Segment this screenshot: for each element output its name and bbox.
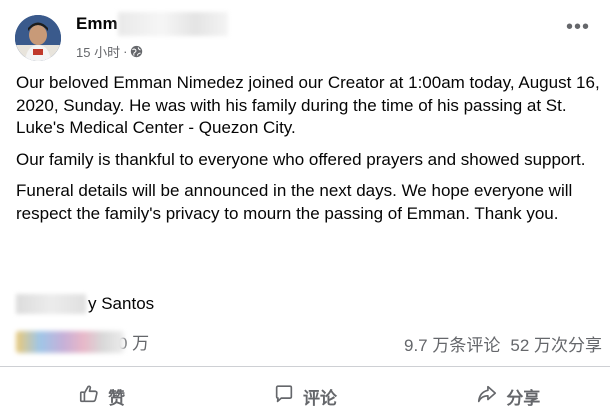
reactions-summary[interactable]: 0 万 xyxy=(16,329,149,354)
signature: y Santos xyxy=(16,294,154,314)
reaction-icons-blur xyxy=(16,330,124,353)
avatar[interactable] xyxy=(15,15,61,61)
like-button[interactable]: 赞 xyxy=(0,374,203,418)
comment-bubble-icon xyxy=(273,383,295,410)
comments-count[interactable]: 9.7 万条评论 xyxy=(404,331,500,356)
author-name[interactable]: Emm xyxy=(76,14,118,34)
share-arrow-icon xyxy=(476,383,498,410)
more-dots-icon[interactable]: ••• xyxy=(566,17,590,37)
paragraph: Funeral details will be announced in the… xyxy=(16,181,573,223)
globe-icon[interactable] xyxy=(130,45,143,58)
share-label: 分享 xyxy=(506,388,541,408)
comment-label: 评论 xyxy=(302,388,337,408)
meta-separator: · xyxy=(123,44,128,59)
like-label: 赞 xyxy=(108,388,126,408)
shares-count[interactable]: 52 万次分享 xyxy=(510,331,602,356)
action-bar: 赞 评论 分享 xyxy=(0,374,610,418)
facebook-post: Emm 15 小时 · ••• Our beloved Emman Nimede… xyxy=(0,0,610,417)
divider xyxy=(0,366,610,367)
redacted-author-blur xyxy=(118,12,228,36)
thumbs-up-icon xyxy=(78,383,100,410)
paragraph: Our family is thankful to everyone who o… xyxy=(16,149,586,169)
post-text: Our beloved Emman Nimedez joined our Cre… xyxy=(16,72,604,234)
signature-text: y Santos xyxy=(88,294,155,313)
engagement-counts: 9.7 万条评论 52 万次分享 xyxy=(404,331,602,356)
redacted-signature-blur xyxy=(16,294,86,314)
post-meta: 15 小时 · xyxy=(76,42,143,61)
paragraph: Our beloved Emman Nimedez joined our Cre… xyxy=(16,73,600,137)
post-time[interactable]: 15 小时 xyxy=(76,42,120,61)
share-button[interactable]: 分享 xyxy=(407,374,610,418)
comment-button[interactable]: 评论 xyxy=(203,374,406,418)
avatar-image xyxy=(15,15,61,61)
